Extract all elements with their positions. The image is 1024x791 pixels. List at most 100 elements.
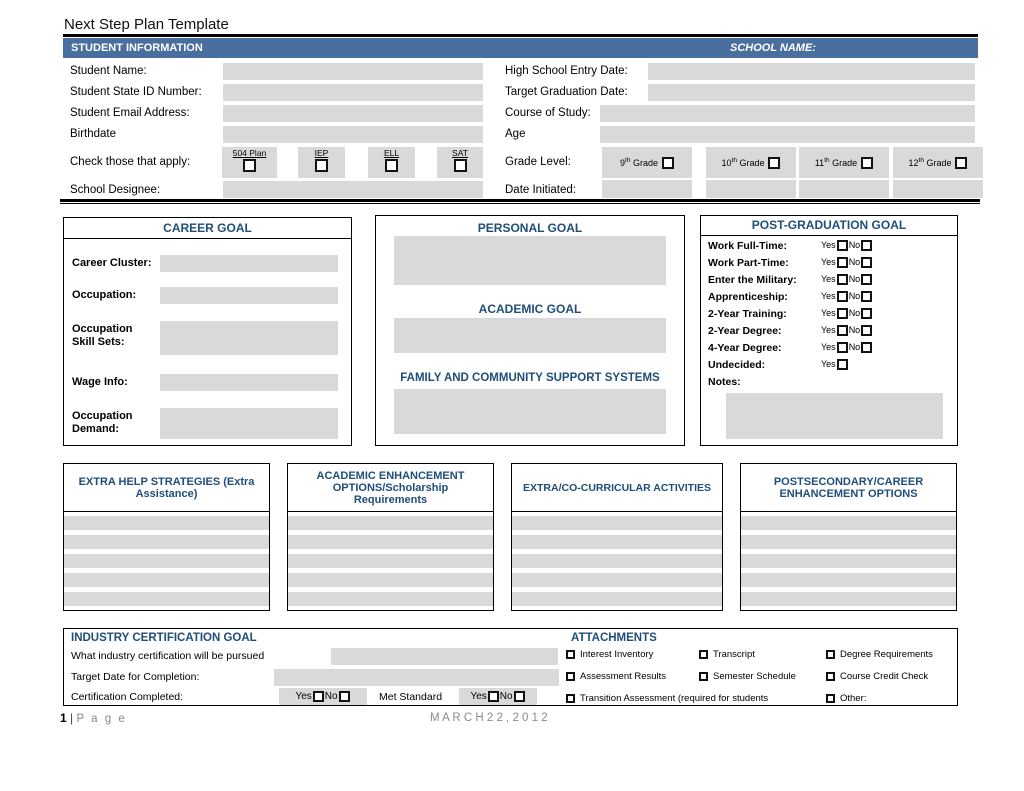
apply-option-iep: IEP bbox=[298, 147, 345, 178]
ell-checkbox[interactable] bbox=[385, 159, 398, 172]
writing-line[interactable] bbox=[288, 592, 493, 606]
no-checkbox[interactable] bbox=[339, 691, 350, 702]
writing-line[interactable] bbox=[288, 573, 493, 587]
entry-date-field[interactable] bbox=[648, 63, 975, 80]
postsecondary-career-title: POSTSECONDARY/CAREER ENHANCEMENT OPTIONS bbox=[741, 464, 956, 512]
yes-checkbox[interactable] bbox=[837, 342, 848, 353]
attachment-checkbox[interactable] bbox=[826, 672, 835, 681]
no-checkbox[interactable] bbox=[861, 342, 872, 353]
occupation-field[interactable] bbox=[160, 287, 338, 304]
apply-option-label: IEP bbox=[298, 148, 345, 158]
attachment-checkbox[interactable] bbox=[566, 672, 575, 681]
occupation-skill-sets-field[interactable] bbox=[160, 321, 338, 355]
attachment-checkbox[interactable] bbox=[826, 650, 835, 659]
yes-checkbox[interactable] bbox=[837, 257, 848, 268]
age-field[interactable] bbox=[600, 126, 975, 143]
writing-line[interactable] bbox=[512, 554, 722, 568]
two-year-degree-yesno: YesNo bbox=[821, 325, 873, 336]
no-checkbox[interactable] bbox=[861, 308, 872, 319]
yes-checkbox[interactable] bbox=[837, 325, 848, 336]
attachment-checkbox[interactable] bbox=[566, 650, 575, 659]
career-cluster-field[interactable] bbox=[160, 255, 338, 272]
writing-line[interactable] bbox=[64, 592, 269, 606]
yes-checkbox[interactable] bbox=[837, 240, 848, 251]
writing-line[interactable] bbox=[64, 516, 269, 530]
enter-military-yesno: YesNo bbox=[821, 274, 873, 285]
no-checkbox[interactable] bbox=[514, 691, 525, 702]
school-designee-field[interactable] bbox=[223, 181, 483, 198]
yes-checkbox[interactable] bbox=[837, 274, 848, 285]
date-initiated-field-11[interactable] bbox=[799, 180, 889, 198]
notes-field[interactable] bbox=[726, 393, 943, 439]
post-graduation-title: POST-GRADUATION GOAL bbox=[701, 216, 957, 236]
writing-line[interactable] bbox=[741, 554, 956, 568]
course-of-study-field[interactable] bbox=[600, 105, 975, 122]
yes-checkbox[interactable] bbox=[488, 691, 499, 702]
504-plan-checkbox[interactable] bbox=[243, 159, 256, 172]
attachment-checkbox[interactable] bbox=[699, 650, 708, 659]
student-name-label: Student Name: bbox=[70, 63, 147, 80]
attachment-checkbox[interactable] bbox=[826, 694, 835, 703]
student-id-field[interactable] bbox=[223, 84, 483, 101]
career-goal-title: CAREER GOAL bbox=[64, 218, 351, 239]
personal-goal-title: PERSONAL GOAL bbox=[376, 221, 684, 235]
attachment-checkbox[interactable] bbox=[699, 672, 708, 681]
student-id-label: Student State ID Number: bbox=[70, 84, 202, 101]
student-email-field[interactable] bbox=[223, 105, 483, 122]
certification-pursued-field[interactable] bbox=[331, 648, 558, 665]
family-support-field[interactable] bbox=[394, 389, 666, 434]
writing-line[interactable] bbox=[512, 535, 722, 549]
date-initiated-field-10[interactable] bbox=[706, 180, 796, 198]
birthdate-label: Birthdate bbox=[70, 126, 116, 143]
two-year-degree-label: 2-Year Degree: bbox=[708, 325, 782, 337]
writing-line[interactable] bbox=[741, 592, 956, 606]
sat-checkbox[interactable] bbox=[454, 159, 467, 172]
yes-checkbox[interactable] bbox=[313, 691, 324, 702]
apply-option-label: 504 Plan bbox=[222, 148, 277, 158]
career-goal-box: CAREER GOAL Career Cluster: Occupation: … bbox=[63, 217, 352, 446]
attachment-checkbox[interactable] bbox=[566, 694, 575, 703]
occupation-skill-sets-label: Occupation Skill Sets: bbox=[72, 323, 152, 349]
target-completion-field[interactable] bbox=[274, 669, 559, 686]
writing-line[interactable] bbox=[64, 554, 269, 568]
occupation-demand-label: Occupation Demand: bbox=[72, 410, 152, 436]
writing-line[interactable] bbox=[741, 516, 956, 530]
section-divider bbox=[60, 199, 980, 204]
writing-line[interactable] bbox=[288, 516, 493, 530]
no-checkbox[interactable] bbox=[861, 291, 872, 302]
no-checkbox[interactable] bbox=[861, 325, 872, 336]
writing-line[interactable] bbox=[64, 573, 269, 587]
grade-12-checkbox[interactable] bbox=[955, 157, 967, 169]
target-completion-label: Target Date for Completion: bbox=[71, 671, 199, 683]
writing-line[interactable] bbox=[512, 573, 722, 587]
date-initiated-field-12[interactable] bbox=[893, 180, 983, 198]
iep-checkbox[interactable] bbox=[315, 159, 328, 172]
birthdate-field[interactable] bbox=[223, 126, 483, 143]
personal-goal-field[interactable] bbox=[394, 236, 666, 285]
yes-checkbox[interactable] bbox=[837, 308, 848, 319]
writing-line[interactable] bbox=[741, 573, 956, 587]
writing-line[interactable] bbox=[288, 554, 493, 568]
grade-10-checkbox[interactable] bbox=[768, 157, 780, 169]
writing-line[interactable] bbox=[512, 516, 722, 530]
page-title: Next Step Plan Template bbox=[64, 16, 229, 33]
no-checkbox[interactable] bbox=[861, 240, 872, 251]
writing-line[interactable] bbox=[512, 592, 722, 606]
academic-goal-field[interactable] bbox=[394, 318, 666, 353]
target-graduation-field[interactable] bbox=[648, 84, 975, 101]
grade-level-label: Grade Level: bbox=[505, 154, 571, 171]
grade-11-checkbox[interactable] bbox=[861, 157, 873, 169]
grade-9-checkbox[interactable] bbox=[662, 157, 674, 169]
writing-line[interactable] bbox=[741, 535, 956, 549]
wage-info-field[interactable] bbox=[160, 374, 338, 391]
date-initiated-field-9[interactable] bbox=[602, 180, 692, 198]
apprenticeship-yesno: YesNo bbox=[821, 291, 873, 302]
writing-line[interactable] bbox=[288, 535, 493, 549]
yes-checkbox[interactable] bbox=[837, 359, 848, 370]
writing-line[interactable] bbox=[64, 535, 269, 549]
no-checkbox[interactable] bbox=[861, 257, 872, 268]
yes-checkbox[interactable] bbox=[837, 291, 848, 302]
occupation-demand-field[interactable] bbox=[160, 408, 338, 439]
student-name-field[interactable] bbox=[223, 63, 483, 80]
no-checkbox[interactable] bbox=[861, 274, 872, 285]
